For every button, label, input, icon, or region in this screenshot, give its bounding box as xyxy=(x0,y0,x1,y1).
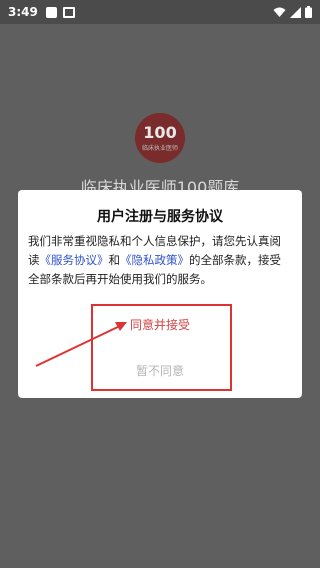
app-logo: 100 临床执业医师 xyxy=(135,113,185,163)
logo-number: 100 xyxy=(143,122,177,142)
status-bar: 3:49 xyxy=(0,0,320,24)
dialog-body: 我们非常重视隐私和个人信息保护，请您先认真阅读《服务协议》和《隐私政策》的全部条… xyxy=(28,232,292,289)
dialog-title: 用户注册与服务协议 xyxy=(97,209,223,225)
privacy-policy-link[interactable]: 《隐私政策》 xyxy=(120,253,189,267)
service-agreement-link[interactable]: 《服务协议》 xyxy=(40,253,109,267)
accept-button[interactable]: 同意并接受 xyxy=(18,316,302,333)
body-text-and: 和 xyxy=(108,253,121,267)
agreement-dialog: 用户注册与服务协议 我们非常重视隐私和个人信息保护，请您先认真阅读《服务协议》和… xyxy=(18,190,302,398)
wifi-icon xyxy=(273,7,286,17)
battery-icon xyxy=(305,6,312,18)
logo-subtitle: 临床执业医师 xyxy=(141,144,178,152)
notification-box-icon xyxy=(45,6,57,18)
decline-button[interactable]: 暂不同意 xyxy=(18,362,302,379)
signal-icon xyxy=(290,6,301,18)
status-time: 3:49 xyxy=(8,5,38,19)
image-icon xyxy=(62,6,75,18)
